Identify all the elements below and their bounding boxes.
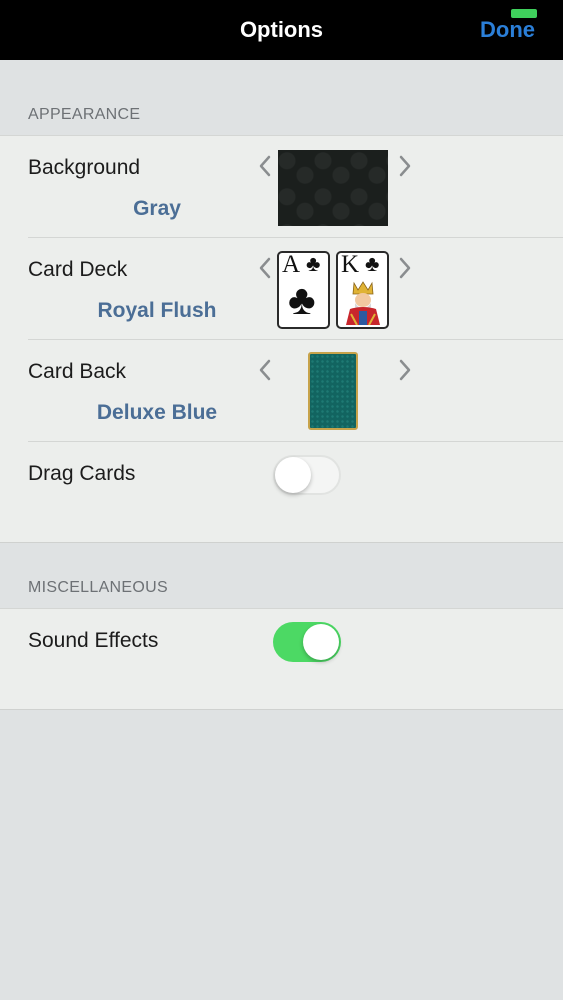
next-deck-chevron-icon[interactable] — [394, 256, 414, 280]
ace-of-clubs-card: A ♣ ♣ — [277, 251, 330, 329]
clubs-icon: ♣ — [306, 251, 321, 276]
sound-effects-label: Sound Effects — [28, 629, 159, 652]
page-title: Options — [239, 17, 324, 42]
drag-cards-label: Drag Cards — [28, 462, 136, 485]
next-background-chevron-icon[interactable] — [394, 154, 414, 178]
toggle-knob — [275, 457, 311, 493]
navigation-bar: Options Done — [0, 0, 563, 60]
card-deck-value: Royal Flush — [97, 299, 217, 322]
next-card-back-chevron-icon[interactable] — [394, 358, 414, 382]
card-deck-label: Card Deck — [28, 258, 128, 281]
previous-deck-chevron-icon[interactable] — [256, 256, 276, 280]
card-rank: K — [341, 251, 360, 278]
previous-background-chevron-icon[interactable] — [256, 154, 276, 178]
toggle-knob — [303, 624, 339, 660]
card-rank: A — [282, 251, 301, 278]
king-of-clubs-card: K ♣ — [336, 251, 389, 329]
background-label: Background — [28, 156, 141, 179]
section-header-appearance: APPEARANCE — [28, 106, 141, 123]
previous-card-back-chevron-icon[interactable] — [256, 358, 276, 382]
drag-cards-toggle[interactable] — [273, 455, 341, 495]
king-portrait-icon — [346, 281, 380, 325]
card-back-label: Card Back — [28, 360, 127, 383]
section-header-miscellaneous: MISCELLANEOUS — [28, 579, 168, 596]
background-value: Gray — [133, 197, 181, 220]
sound-effects-toggle[interactable] — [273, 622, 341, 662]
clubs-icon: ♣ — [288, 276, 316, 323]
card-back-preview — [308, 352, 358, 430]
clubs-icon: ♣ — [365, 251, 380, 276]
done-button[interactable]: Done — [480, 17, 535, 43]
card-back-value: Deluxe Blue — [96, 401, 218, 424]
background-preview — [278, 150, 388, 226]
card-back-row: Card Back Deluxe Blue — [0, 340, 563, 442]
